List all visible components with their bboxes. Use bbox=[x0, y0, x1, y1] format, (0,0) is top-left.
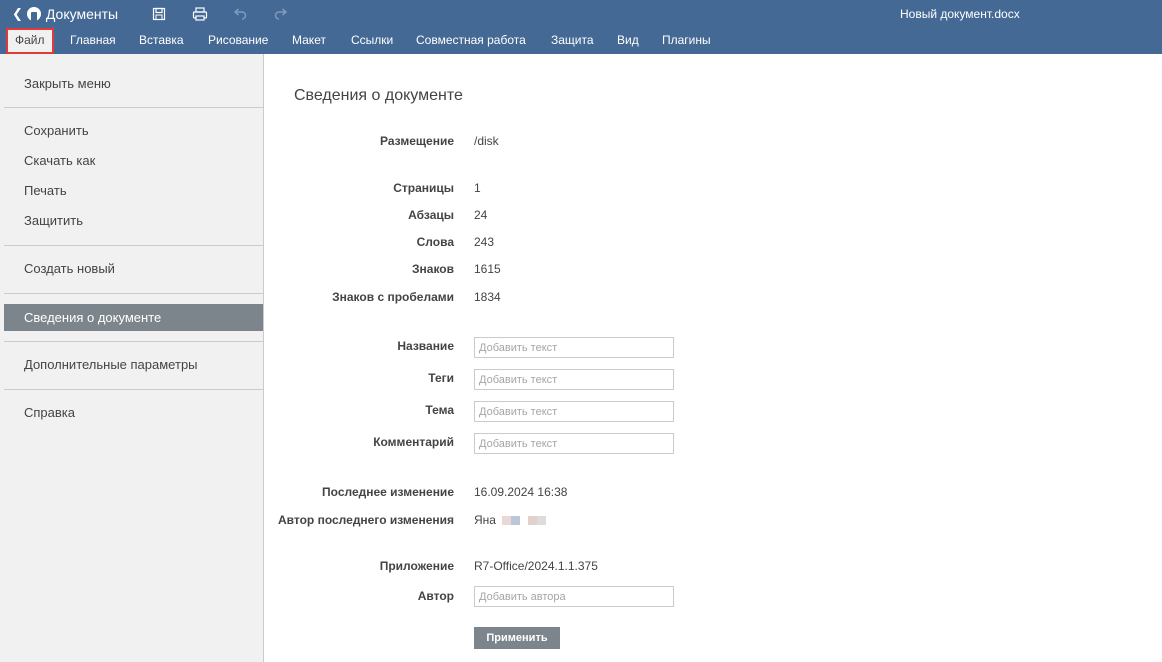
characters-with-spaces-label: Знаков с пробелами bbox=[332, 290, 454, 304]
sidebar-item-help[interactable]: Справка bbox=[4, 399, 263, 426]
title-field[interactable] bbox=[474, 337, 674, 358]
comment-field-label: Комментарий bbox=[373, 435, 454, 449]
tab-plugins[interactable]: Плагины bbox=[662, 28, 711, 54]
tab-insert[interactable]: Вставка bbox=[139, 28, 184, 54]
tab-references[interactable]: Ссылки bbox=[351, 28, 393, 54]
location-value: /disk bbox=[474, 134, 499, 148]
sidebar-item-create-new[interactable]: Создать новый bbox=[4, 255, 263, 282]
undo-icon[interactable] bbox=[231, 5, 249, 23]
tags-field-label: Теги bbox=[428, 371, 454, 385]
last-modified-by-label: Автор последнего изменения bbox=[277, 513, 454, 527]
tab-layout[interactable]: Макет bbox=[292, 28, 326, 54]
redo-icon[interactable] bbox=[272, 5, 290, 23]
last-modified-by-value: Яна bbox=[474, 513, 547, 527]
comment-field[interactable] bbox=[474, 433, 674, 454]
sidebar-divider bbox=[4, 389, 263, 390]
tab-protection[interactable]: Защита bbox=[551, 28, 594, 54]
paragraphs-label: Абзацы bbox=[408, 208, 454, 222]
redacted-name bbox=[502, 513, 547, 527]
save-icon[interactable] bbox=[150, 5, 168, 23]
app-logo-icon bbox=[26, 7, 41, 21]
subject-field-label: Тема bbox=[425, 403, 454, 417]
tab-home[interactable]: Главная bbox=[70, 28, 116, 54]
characters-value: 1615 bbox=[474, 262, 501, 276]
sidebar-item-close-menu[interactable]: Закрыть меню bbox=[4, 70, 263, 97]
sidebar-divider bbox=[4, 341, 263, 342]
back-chevron-icon: ❮ bbox=[12, 6, 23, 21]
go-to-documents-button[interactable]: ❮ Документы bbox=[12, 0, 118, 28]
sidebar-item-advanced-settings[interactable]: Дополнительные параметры bbox=[4, 351, 263, 378]
pages-label: Страницы bbox=[393, 181, 454, 195]
page-title: Сведения о документе bbox=[294, 87, 463, 104]
last-modified-value: 16.09.2024 16:38 bbox=[474, 485, 568, 499]
sidebar-divider bbox=[4, 245, 263, 246]
tab-collaboration[interactable]: Совместная работа bbox=[416, 28, 526, 54]
sidebar-item-download-as[interactable]: Скачать как bbox=[4, 147, 263, 174]
tags-field[interactable] bbox=[474, 369, 674, 390]
file-menu-sidebar: Закрыть меню Сохранить Скачать как Печат… bbox=[0, 54, 264, 662]
title-bar: ❮ Документы Новый документ.docx bbox=[0, 0, 1162, 28]
tab-draw[interactable]: Рисование bbox=[208, 28, 268, 54]
print-icon[interactable] bbox=[191, 5, 209, 23]
sidebar-item-save[interactable]: Сохранить bbox=[4, 117, 263, 144]
location-label: Размещение bbox=[380, 134, 454, 148]
tab-view[interactable]: Вид bbox=[617, 28, 639, 54]
sidebar-divider bbox=[4, 107, 263, 108]
apply-button[interactable]: Применить bbox=[474, 627, 560, 649]
words-label: Слова bbox=[416, 235, 454, 249]
application-label: Приложение bbox=[379, 559, 454, 573]
pages-value: 1 bbox=[474, 181, 481, 195]
sidebar-item-print[interactable]: Печать bbox=[4, 177, 263, 204]
characters-with-spaces-value: 1834 bbox=[474, 290, 501, 304]
subject-field[interactable] bbox=[474, 401, 674, 422]
words-value: 243 bbox=[474, 235, 495, 249]
last-modified-by-name: Яна bbox=[474, 513, 496, 527]
document-title: Новый документ.docx bbox=[900, 7, 1020, 21]
sidebar-item-protect[interactable]: Защитить bbox=[4, 207, 263, 234]
last-modified-label: Последнее изменение bbox=[322, 485, 454, 499]
sidebar-item-document-info[interactable]: Сведения о документе bbox=[4, 304, 263, 331]
author-field[interactable] bbox=[474, 586, 674, 607]
menu-tabs: Файл Главная Вставка Рисование Макет Ссы… bbox=[0, 28, 1162, 54]
app-name: Документы bbox=[45, 6, 119, 22]
characters-label: Знаков bbox=[412, 262, 454, 276]
paragraphs-value: 24 bbox=[474, 208, 488, 222]
title-field-label: Название bbox=[397, 339, 454, 353]
author-label: Автор bbox=[417, 589, 454, 603]
application-value: R7-Office/2024.1.1.375 bbox=[474, 559, 598, 573]
tab-file[interactable]: Файл bbox=[6, 28, 54, 54]
document-info-panel: Сведения о документе Размещение /disk Ст… bbox=[264, 54, 1162, 662]
sidebar-divider bbox=[4, 293, 263, 294]
